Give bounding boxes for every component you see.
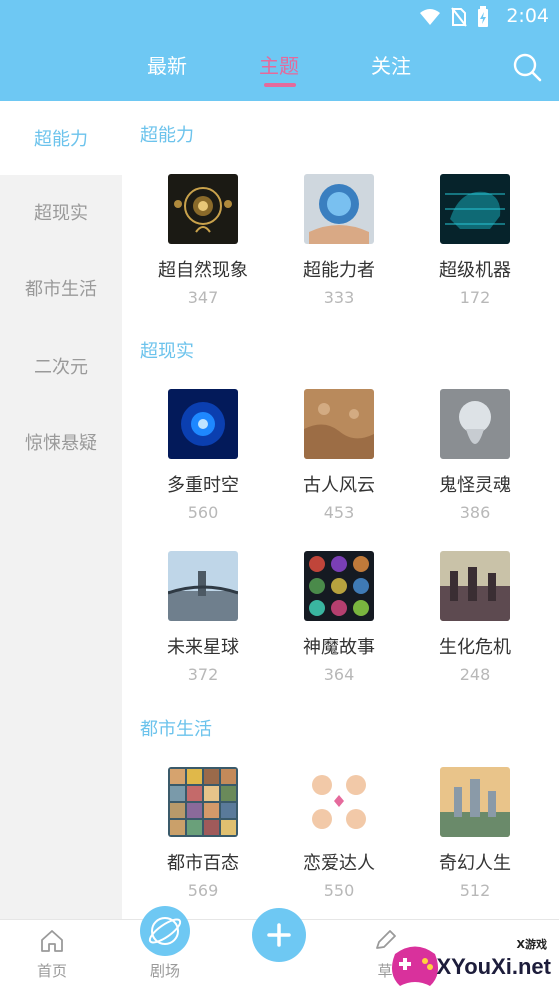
- create-post-button[interactable]: [252, 908, 306, 962]
- topic-count: 248: [459, 665, 491, 684]
- status-icons: [419, 6, 489, 28]
- topic-thumbnail-gods-demons: [304, 551, 374, 621]
- topic-card[interactable]: 古人风云 453: [271, 389, 407, 529]
- plus-icon: [267, 923, 291, 947]
- section-title: 都市生活: [140, 719, 212, 740]
- topic-count: 347: [187, 288, 219, 307]
- topic-count: 364: [323, 665, 355, 684]
- topic-card[interactable]: 超级机器 172: [407, 174, 543, 314]
- tab-topics[interactable]: 主题: [259, 50, 299, 79]
- watermark-logo: X游戏 XYouXi.net: [385, 928, 559, 994]
- topic-count: 453: [323, 503, 355, 522]
- home-icon: [41, 930, 63, 952]
- topic-thumbnail-urban: [168, 767, 238, 837]
- wifi-icon: [420, 9, 440, 25]
- sidebar-item-superpower[interactable]: 超能力: [0, 101, 122, 175]
- topic-card[interactable]: 超能力者 333: [271, 174, 407, 314]
- battery-charging-icon: [478, 6, 488, 27]
- topic-name: 都市百态: [167, 853, 239, 874]
- topic-thumbnail-supernatural: [168, 174, 238, 244]
- topic-count: 569: [187, 881, 219, 900]
- topic-thumbnail-ghost: [440, 389, 510, 459]
- topic-count: 550: [323, 881, 355, 900]
- sidebar-item-thriller[interactable]: 惊悚悬疑: [0, 405, 122, 479]
- topic-name: 鬼怪灵魂: [439, 475, 511, 496]
- status-bar: 2:04: [0, 0, 559, 32]
- no-sim-icon: [451, 7, 467, 27]
- watermark-small-text: X游戏: [516, 938, 547, 951]
- topic-name: 超能力者: [303, 260, 375, 281]
- topic-thumbnail-romance: [304, 767, 374, 837]
- topic-list: 超能力 超自然现象 347 超能力者 333 超级机器 172 超现实 多重时空…: [122, 101, 559, 919]
- topic-card[interactable]: 奇幻人生 512: [407, 767, 543, 907]
- topic-thumbnail-future-planet: [168, 551, 238, 621]
- tab-latest[interactable]: 最新: [147, 50, 187, 79]
- topic-card[interactable]: 生化危机 248: [407, 551, 543, 691]
- topic-name: 古人风云: [303, 475, 375, 496]
- topic-thumbnail-ancient: [304, 389, 374, 459]
- nav-theater-label: 剧场: [149, 962, 180, 980]
- top-tabs: 最新 主题 关注: [0, 50, 559, 90]
- topic-thumbnail-robot: [440, 174, 510, 244]
- topic-thumbnail-biohazard: [440, 551, 510, 621]
- topic-card[interactable]: 神魔故事 364: [271, 551, 407, 691]
- status-time: 2:04: [506, 5, 549, 27]
- topic-count: 560: [187, 503, 219, 522]
- topic-count: 172: [459, 288, 491, 307]
- sidebar-item-anime[interactable]: 二次元: [0, 329, 122, 403]
- topic-card[interactable]: 未来星球 372: [135, 551, 271, 691]
- topic-card[interactable]: 多重时空 560: [135, 389, 271, 529]
- active-tab-indicator: [264, 83, 296, 87]
- section-title: 超现实: [140, 341, 194, 362]
- nav-home-label: 首页: [36, 962, 67, 980]
- topic-name: 未来星球: [167, 637, 239, 658]
- topic-count: 512: [459, 881, 491, 900]
- topic-thumbnail-fantasy-life: [440, 767, 510, 837]
- category-sidebar: 超能力 超现实 都市生活 二次元 惊悚悬疑: [0, 101, 122, 919]
- topic-name: 恋爱达人: [303, 853, 375, 874]
- section-title: 超能力: [140, 125, 194, 146]
- topic-card[interactable]: 恋爱达人 550: [271, 767, 407, 907]
- sidebar-item-surreal[interactable]: 超现实: [0, 175, 122, 249]
- topic-thumbnail-multiverse: [168, 389, 238, 459]
- topic-name: 生化危机: [439, 637, 511, 658]
- tab-following[interactable]: 关注: [371, 50, 411, 79]
- topic-thumbnail-psychic: [304, 174, 374, 244]
- search-icon[interactable]: [512, 52, 542, 82]
- topic-name: 多重时空: [167, 475, 239, 496]
- topic-card[interactable]: 都市百态 569: [135, 767, 271, 907]
- topic-name: 奇幻人生: [439, 853, 511, 874]
- topic-count: 372: [187, 665, 219, 684]
- topic-card[interactable]: 超自然现象 347: [135, 174, 271, 314]
- nav-theater[interactable]: 剧场: [125, 920, 205, 994]
- topic-count: 333: [323, 288, 355, 307]
- watermark-site-text: XYouXi.net: [436, 954, 552, 979]
- topic-count: 386: [459, 503, 491, 522]
- topic-card[interactable]: 鬼怪灵魂 386: [407, 389, 543, 529]
- sidebar-item-urban-life[interactable]: 都市生活: [0, 251, 122, 325]
- topic-name: 神魔故事: [303, 637, 375, 658]
- top-header: 2:04 最新 主题 关注: [0, 0, 559, 101]
- topic-name: 超自然现象: [158, 260, 248, 281]
- topic-name: 超级机器: [439, 260, 511, 281]
- nav-home[interactable]: 首页: [12, 920, 92, 994]
